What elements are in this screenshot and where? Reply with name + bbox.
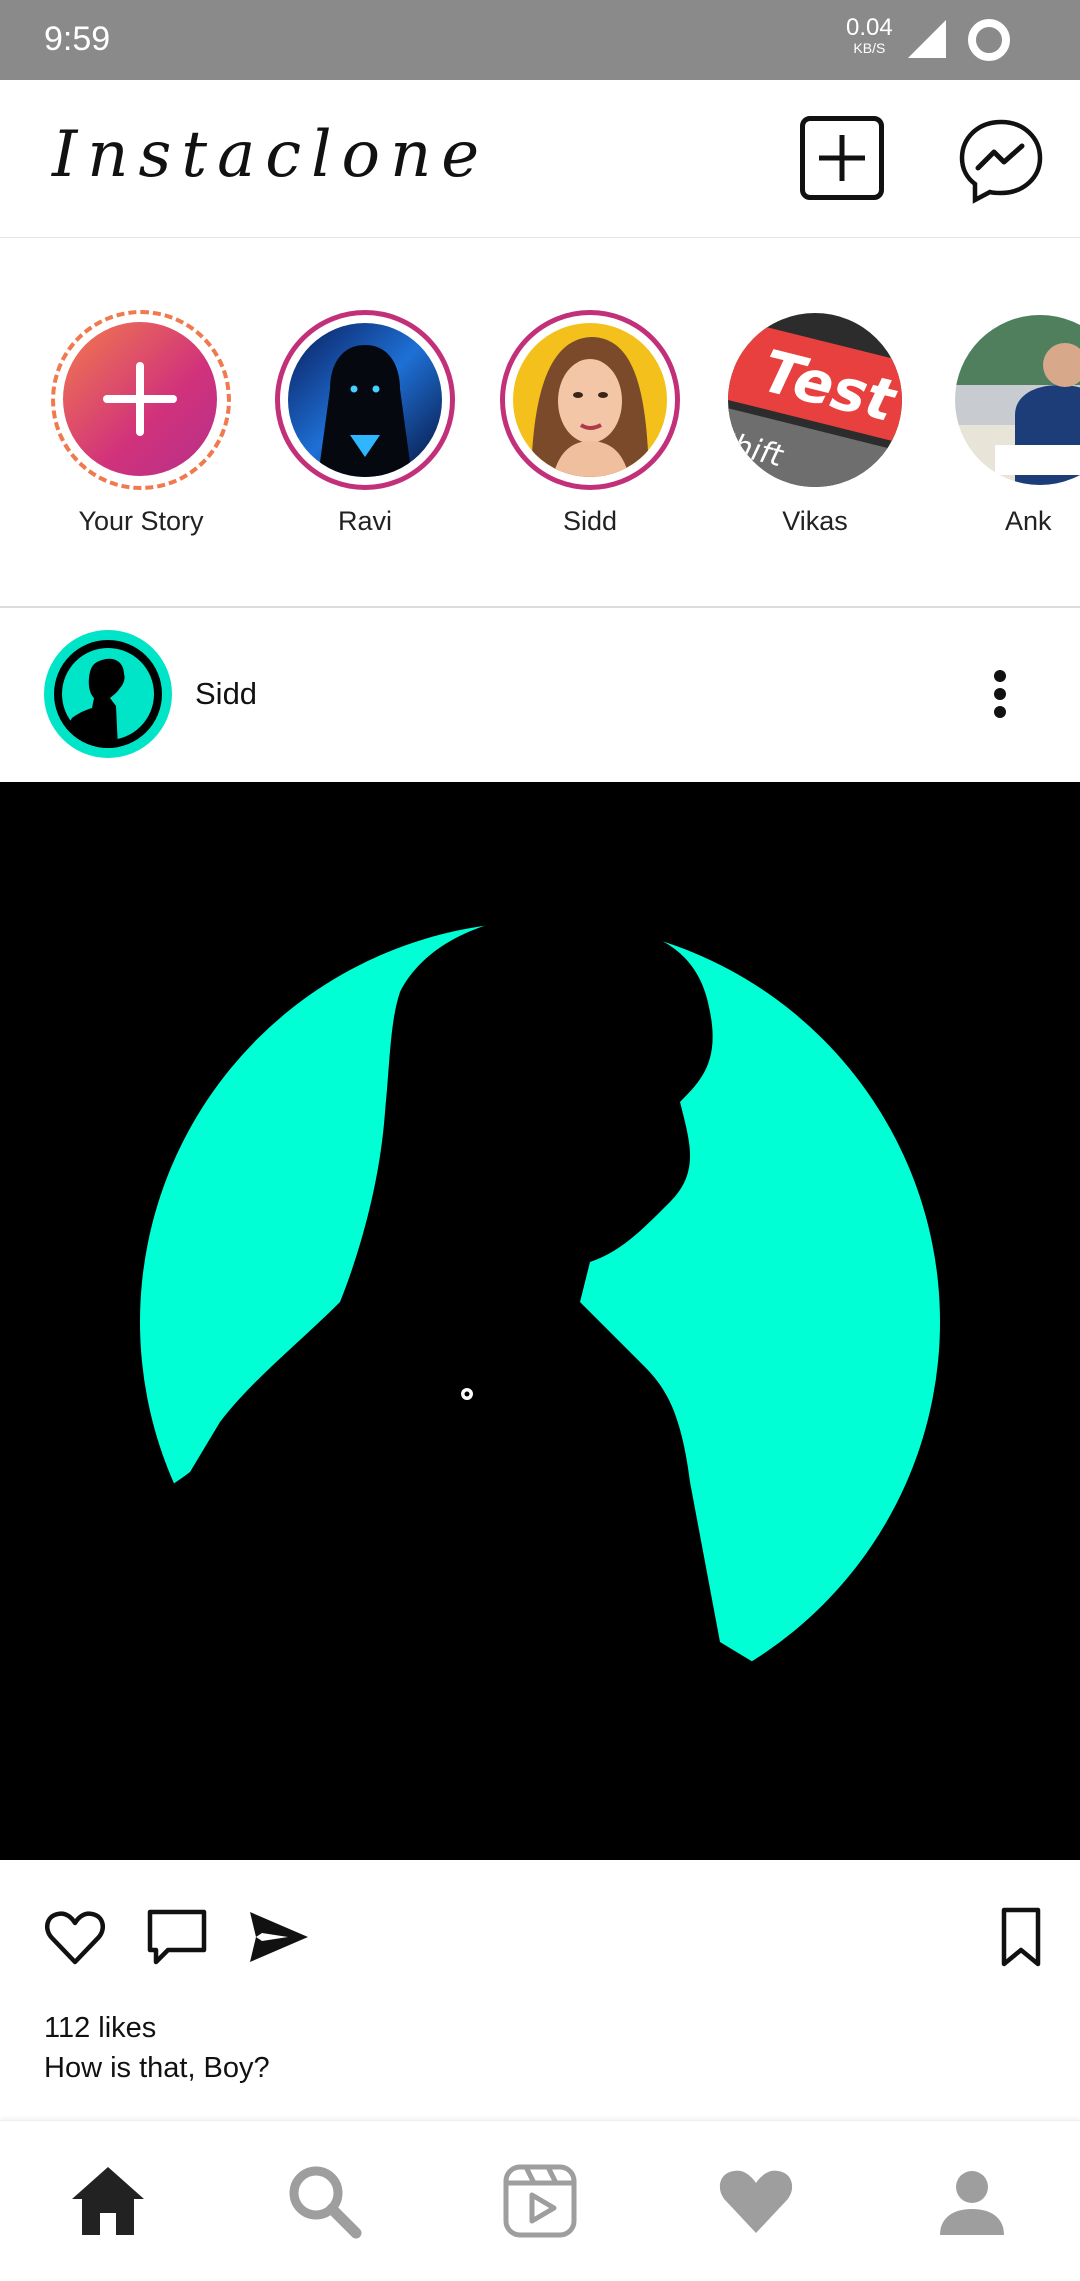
story-ring — [51, 310, 231, 490]
home-icon[interactable] — [68, 2161, 148, 2241]
post-caption: How is that, Boy? — [44, 2052, 270, 2084]
app-bar: Instaclone — [0, 80, 1080, 239]
network-speed-unit: KB/S — [853, 40, 886, 56]
story-name: Ravi — [337, 506, 392, 536]
post-author-avatar[interactable] — [44, 630, 172, 758]
post-actions — [0, 1860, 1080, 2010]
network-speed-value: 0.04 — [846, 14, 893, 41]
new-post-button[interactable] — [800, 116, 884, 200]
story-ring — [500, 310, 680, 490]
story-ravi[interactable]: Ravi — [270, 310, 460, 537]
story-avatar-vikas: Test Shift — [728, 313, 902, 487]
network-speed: 0.04 KB/S — [846, 16, 893, 58]
post-header: Sidd — [0, 608, 1080, 780]
bookmark-icon[interactable] — [990, 1906, 1052, 1968]
status-time: 9:59 — [44, 20, 111, 58]
reels-icon[interactable] — [500, 2161, 580, 2241]
story-name: Vikas — [782, 506, 848, 536]
heart-icon[interactable] — [716, 2161, 796, 2241]
post-username[interactable]: Sidd — [195, 676, 257, 712]
bottom-navigation — [0, 2120, 1080, 2281]
story-avatar-sidd — [513, 323, 667, 477]
plus-icon — [103, 362, 177, 436]
story-your-story[interactable]: Your Story — [46, 310, 236, 537]
story-vikas[interactable]: Test Shift Vikas — [720, 310, 910, 537]
app-title: Instaclone — [52, 118, 490, 192]
add-story-circle — [63, 322, 217, 476]
messenger-icon[interactable] — [956, 116, 1046, 206]
story-avatar-ank — [955, 315, 1080, 485]
profile-icon[interactable] — [932, 2161, 1012, 2241]
likes-count[interactable]: 112 likes — [44, 2012, 156, 2045]
status-bar: 9:59 0.04 KB/S — [0, 0, 1080, 80]
story-ank[interactable]: Ank — [945, 310, 1080, 537]
story-name: Ank — [1005, 506, 1052, 536]
like-heart-icon[interactable] — [44, 1906, 106, 1968]
plus-square-icon — [819, 135, 865, 181]
battery-ring-icon — [968, 19, 1010, 61]
share-send-icon[interactable] — [248, 1906, 310, 1968]
story-ring: Test Shift — [725, 310, 905, 490]
stories-row[interactable]: Your Story Ravi Sidd Test Shift Vikas An… — [0, 238, 1080, 608]
story-ring — [950, 310, 1080, 490]
signal-icon — [908, 20, 946, 58]
post-image[interactable] — [0, 782, 1080, 1860]
story-ring — [275, 310, 455, 490]
story-name: Sidd — [562, 506, 618, 536]
search-icon[interactable] — [284, 2161, 364, 2241]
comment-icon[interactable] — [146, 1906, 208, 1968]
story-sidd[interactable]: Sidd — [495, 310, 685, 537]
story-avatar-ravi — [288, 323, 442, 477]
more-options-icon[interactable] — [984, 668, 1016, 720]
story-name: Your Story — [78, 506, 204, 536]
